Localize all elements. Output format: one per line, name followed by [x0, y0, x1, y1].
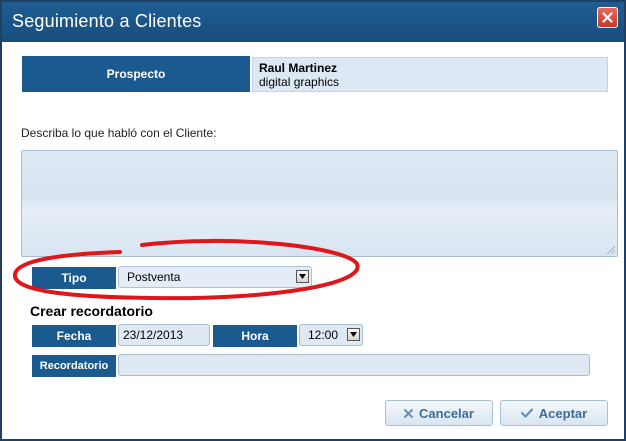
hora-label: Hora — [212, 324, 298, 348]
fecha-label: Fecha — [31, 324, 117, 348]
recordatorio-input[interactable] — [118, 354, 590, 376]
hora-value: 12:00 — [308, 328, 339, 342]
tipo-value: Postventa — [127, 270, 181, 284]
check-icon — [520, 408, 533, 418]
chevron-down-icon[interactable] — [347, 328, 360, 341]
cancel-button[interactable]: Cancelar — [385, 400, 493, 426]
fecha-input[interactable]: 23/12/2013 — [118, 324, 210, 346]
resize-grip-icon[interactable] — [607, 246, 615, 254]
notes-prompt: Describa lo que habló con el Cliente: — [21, 126, 217, 140]
prospect-label: Prospecto — [21, 55, 251, 93]
dialog-title: Seguimiento a Clientes — [12, 11, 202, 31]
prospect-name: Raul Martinez — [259, 61, 338, 75]
recordatorio-label: Recordatorio — [31, 354, 117, 378]
fecha-value: 23/12/2013 — [123, 328, 184, 342]
close-icon — [602, 12, 613, 23]
followup-dialog: Seguimiento a Clientes Prospecto Raul Ma… — [0, 0, 626, 441]
hora-select[interactable]: 12:00 — [299, 324, 363, 346]
prospect-company: digital graphics — [259, 75, 340, 89]
chevron-down-icon[interactable] — [296, 270, 309, 283]
reminder-section-title: Crear recordatorio — [30, 303, 153, 319]
title-bar: Seguimiento a Clientes — [2, 2, 624, 42]
accept-button[interactable]: Aceptar — [500, 400, 608, 426]
tipo-label: Tipo — [31, 266, 117, 290]
cancel-label: Cancelar — [419, 405, 474, 421]
x-icon — [404, 408, 414, 418]
close-button[interactable] — [597, 7, 618, 28]
tipo-select[interactable]: Postventa — [118, 266, 312, 288]
accept-label: Aceptar — [538, 405, 588, 421]
notes-textarea[interactable] — [21, 150, 618, 257]
prospect-info: Raul Martinez digital graphics — [252, 57, 608, 92]
